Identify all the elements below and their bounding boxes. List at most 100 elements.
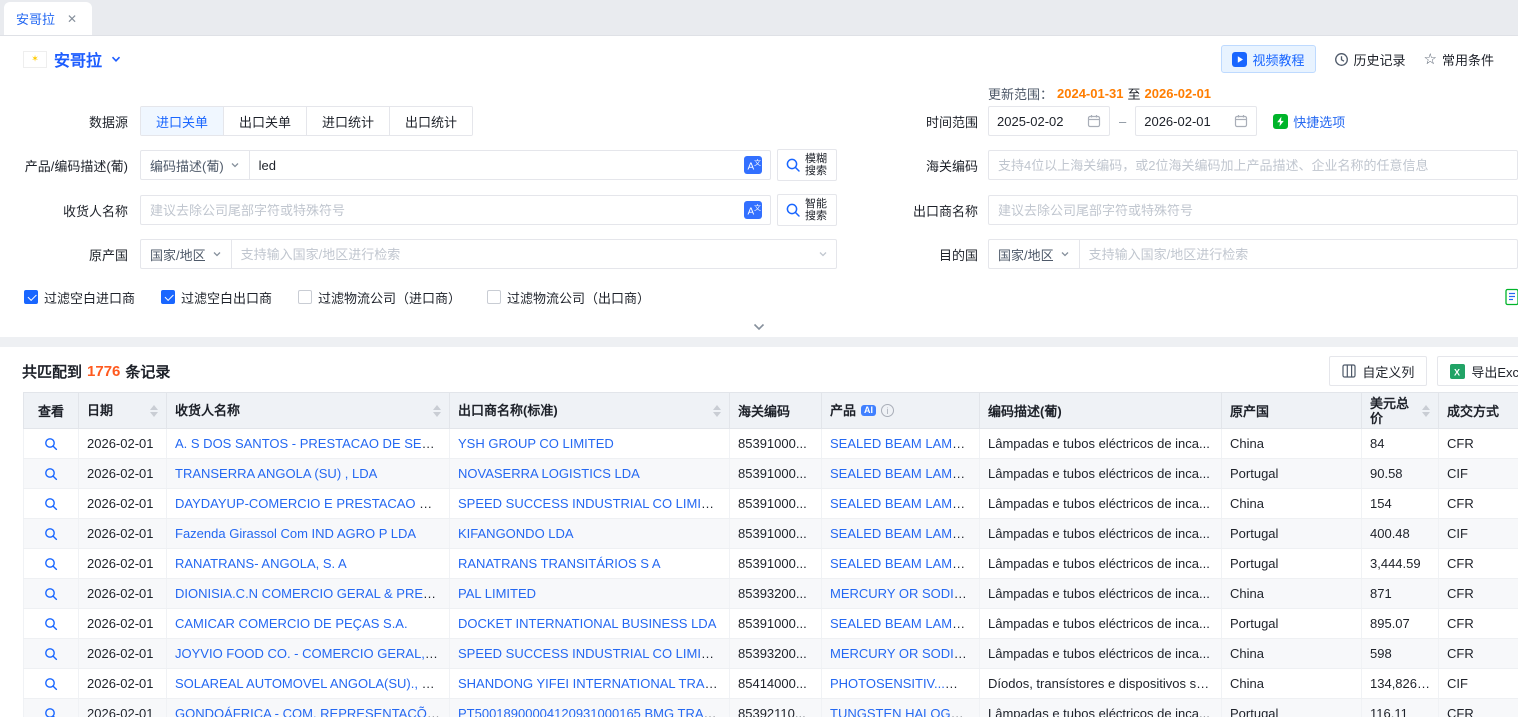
- favorites-button[interactable]: ☆ 常用条件: [1424, 50, 1494, 69]
- exporter-link[interactable]: KIFANGONDO LDA: [458, 526, 574, 541]
- exporter-link[interactable]: RANATRANS TRANSITÁRIOS S A: [458, 556, 661, 571]
- product-link[interactable]: SEALED BEAM LAMP ...: [830, 526, 975, 541]
- sort-date-icon[interactable]: [146, 405, 158, 417]
- exporter-link[interactable]: DOCKET INTERNATIONAL BUSINESS LDA: [458, 616, 716, 631]
- product-link[interactable]: SEALED BEAM LAMP ...: [830, 556, 975, 571]
- date-from-input[interactable]: [997, 114, 1083, 129]
- exporter-input[interactable]: [989, 196, 1517, 224]
- exporter-link[interactable]: SPEED SUCCESS INDUSTRIAL CO LIMITED: [458, 646, 727, 661]
- exporter-link[interactable]: PT50018900004120931000165 BMG TRADI...: [458, 706, 727, 717]
- product-search-input[interactable]: [250, 151, 744, 179]
- consignee-link[interactable]: DIONISIA.C.N COMERCIO GERAL & PRESTA...: [175, 586, 450, 601]
- tab-angola[interactable]: 安哥拉 ✕: [4, 2, 92, 35]
- view-record-icon[interactable]: [44, 557, 58, 571]
- checkbox-icon[interactable]: [24, 290, 38, 304]
- product-link[interactable]: SEALED BEAM LAMP ...: [830, 616, 975, 631]
- consignee-link[interactable]: A. S DOS SANTOS - PRESTACAO DE SERVIC...: [175, 436, 450, 451]
- data-source-tab-0[interactable]: 进口关单: [141, 107, 224, 135]
- filter-checkbox-1[interactable]: 过滤空白出口商: [161, 288, 272, 307]
- checkbox-icon[interactable]: [487, 290, 501, 304]
- exporter-link[interactable]: YSH GROUP CO LIMITED: [458, 436, 614, 451]
- product-link[interactable]: SEALED BEAM LAMP ...: [830, 466, 975, 481]
- cell-origin-country: Portugal: [1222, 459, 1362, 489]
- date-to-input[interactable]: [1144, 114, 1230, 129]
- product-link[interactable]: SEALED BEAM LAMP ...: [830, 496, 975, 511]
- update-range: 更新范围： 2024-01-31 至 2026-02-01: [988, 84, 1518, 103]
- filter-checkbox-0[interactable]: 过滤空白进口商: [24, 288, 135, 307]
- checkbox-icon[interactable]: [298, 290, 312, 304]
- sort-exporter-icon[interactable]: [709, 405, 721, 417]
- cell-date: 2026-02-01: [79, 579, 167, 609]
- consignee-link[interactable]: RANATRANS- ANGOLA, S. A: [175, 556, 347, 571]
- chevron-down-icon[interactable]: [110, 53, 122, 65]
- exporter-link[interactable]: NOVASERRA LOGISTICS LDA: [458, 466, 640, 481]
- hs-code-input[interactable]: [989, 151, 1517, 179]
- consignee-link[interactable]: CAMICAR COMERCIO DE PEÇAS S.A.: [175, 616, 408, 631]
- view-record-icon[interactable]: [44, 707, 58, 717]
- history-button[interactable]: 历史记录: [1334, 50, 1406, 69]
- view-record-icon[interactable]: [44, 497, 58, 511]
- table-row: 2026-02-01 A. S DOS SANTOS - PRESTACAO D…: [24, 429, 1518, 459]
- filter-checkbox-2[interactable]: 过滤物流公司（进口商）: [298, 288, 461, 307]
- translate-icon[interactable]: A文: [744, 156, 762, 174]
- product-link[interactable]: PHOTOSENSITIV...: [830, 676, 958, 691]
- destination-country-input[interactable]: [1080, 240, 1517, 268]
- custom-columns-button[interactable]: 自定义列: [1329, 356, 1427, 386]
- cell-incoterm: CFR: [1439, 579, 1518, 609]
- save-filter-icon[interactable]: [1504, 288, 1518, 306]
- product-link[interactable]: MERCURY OR SODIU...: [830, 646, 974, 661]
- consignee-link[interactable]: TRANSERRA ANGOLA (SU) , LDA: [175, 466, 377, 481]
- view-record-icon[interactable]: [44, 617, 58, 631]
- view-record-icon[interactable]: [44, 647, 58, 661]
- product-field-select[interactable]: 编码描述(葡): [141, 151, 250, 179]
- tab-close-icon[interactable]: ✕: [67, 13, 77, 25]
- video-tutorial-button[interactable]: 视频教程: [1221, 45, 1316, 73]
- date-to-field[interactable]: [1135, 106, 1257, 136]
- filter-checkbox-3[interactable]: 过滤物流公司（出口商）: [487, 288, 650, 307]
- consignee-link[interactable]: DAYDAYUP-COMERCIO E PRESTACAO DE S...: [175, 496, 450, 511]
- consignee-link[interactable]: Fazenda Girassol Com IND AGRO P LDA: [175, 526, 416, 541]
- product-link[interactable]: MERCURY OR SODIU...: [830, 586, 974, 601]
- exporter-link[interactable]: PAL LIMITED: [458, 586, 536, 601]
- view-record-icon[interactable]: [44, 677, 58, 691]
- origin-country-input[interactable]: [232, 240, 818, 268]
- country-selector[interactable]: 安哥拉: [54, 47, 102, 71]
- consignee-link[interactable]: JOYVIO FOOD CO. - COMERCIO GERAL, LDA: [175, 646, 450, 661]
- favorites-label: 常用条件: [1442, 50, 1494, 69]
- origin-region-select[interactable]: 国家/地区: [141, 240, 232, 268]
- consignee-link[interactable]: SOLAREAL AUTOMOVEL ANGOLA(SU)., LDA: [175, 676, 447, 691]
- consignee-link[interactable]: GONDOÁFRICA - COM. REPRESENTAÇÕES ...: [175, 706, 450, 717]
- export-excel-button[interactable]: X 导出Exc: [1437, 356, 1518, 386]
- collapse-filters-button[interactable]: [0, 317, 1518, 337]
- tab-title: 安哥拉: [16, 9, 55, 28]
- date-from-field[interactable]: [988, 106, 1110, 136]
- view-record-icon[interactable]: [44, 467, 58, 481]
- sort-consignee-icon[interactable]: [429, 405, 441, 417]
- data-source-tab-2[interactable]: 进口统计: [307, 107, 390, 135]
- quick-options-button[interactable]: 快捷选项: [1273, 112, 1345, 131]
- destination-region-select[interactable]: 国家/地区: [989, 240, 1080, 268]
- cell-hs-code: 85393200...: [730, 579, 822, 609]
- view-record-icon[interactable]: [44, 437, 58, 451]
- translate-icon[interactable]: A文: [744, 201, 762, 219]
- smart-search-button[interactable]: 智能搜索: [777, 194, 837, 226]
- header-product: 产品AIi: [822, 393, 980, 429]
- sort-usd-icon[interactable]: [1418, 405, 1430, 417]
- update-range-to: 2026-02-01: [1145, 86, 1212, 101]
- fuzzy-search-button[interactable]: 模糊搜索: [777, 149, 837, 181]
- view-record-icon[interactable]: [44, 527, 58, 541]
- view-record-icon[interactable]: [44, 587, 58, 601]
- checkbox-icon[interactable]: [161, 290, 175, 304]
- chevron-down-icon[interactable]: [818, 249, 828, 259]
- data-source-tab-1[interactable]: 出口关单: [224, 107, 307, 135]
- info-icon[interactable]: i: [881, 404, 894, 417]
- exporter-link[interactable]: SPEED SUCCESS INDUSTRIAL CO LIMITED: [458, 496, 727, 511]
- product-link[interactable]: SEALED BEAM LAMP ...: [830, 436, 975, 451]
- product-link[interactable]: TUNGSTEN HALOGEN...: [830, 706, 980, 717]
- consignee-input[interactable]: [141, 196, 744, 224]
- table-row: 2026-02-01 GONDOÁFRICA - COM. REPRESENTA…: [24, 699, 1518, 717]
- cell-hs-code: 85393200...: [730, 639, 822, 669]
- data-source-tab-3[interactable]: 出口统计: [390, 107, 472, 135]
- exporter-link[interactable]: SHANDONG YIFEI INTERNATIONAL TRADIN...: [458, 676, 730, 691]
- quick-options-icon: [1273, 114, 1288, 129]
